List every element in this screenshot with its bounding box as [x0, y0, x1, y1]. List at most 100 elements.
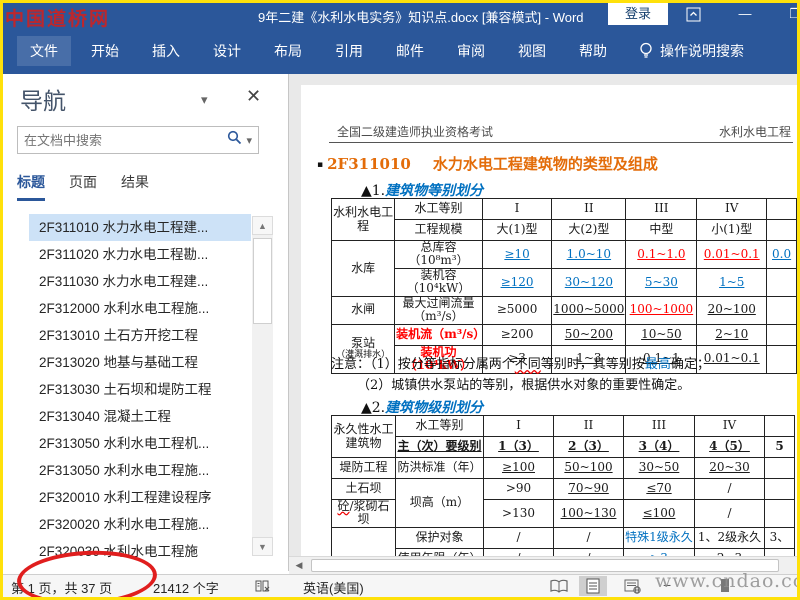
table-cell: II — [553, 415, 624, 437]
table-cell — [766, 323, 797, 346]
tell-me-search[interactable]: 操作说明搜索 — [639, 41, 744, 61]
minimize-button[interactable]: — — [731, 6, 759, 21]
ribbon-tab-布局[interactable]: 布局 — [261, 36, 315, 66]
table-cell: 20~30 — [694, 457, 765, 479]
nav-heading-item[interactable]: 2F313040 混凝土工程 — [29, 403, 251, 430]
word-count[interactable]: 21412 个字 — [153, 578, 219, 597]
note-line-2: （2）城镇供水泵站的等别，根据供水对象的重要性确定。 — [357, 377, 691, 393]
nav-heading-item[interactable]: 2F311020 水力水电工程勘... — [29, 241, 251, 268]
ribbon-tab-开始[interactable]: 开始 — [78, 36, 132, 66]
login-button[interactable]: 登录 — [608, 3, 668, 25]
table-cell: 3（4） — [623, 436, 695, 458]
nav-heading-item[interactable]: 2F312000 水利水电工程施... — [29, 295, 251, 322]
table-cell: 100~1000 — [625, 295, 698, 325]
search-dropdown-icon[interactable]: ▾ — [246, 134, 252, 147]
section-heading: ▪ 2F311010 水力水电工程建筑物的类型及组成 — [317, 153, 658, 174]
level-classification-table: 永久性水工建筑物 水工等别 I II III IV 主（次）要级别 1（3） 2（3） 3（4） 4… — [331, 415, 795, 556]
table-cell: 主（次）要级别 — [395, 436, 484, 458]
subsection-title: 建筑物级别划分 — [385, 400, 484, 416]
ribbon-tab-视图[interactable]: 视图 — [505, 36, 559, 66]
ribbon-display-options-icon[interactable] — [679, 7, 707, 25]
ribbon-tab-插入[interactable]: 插入 — [139, 36, 193, 66]
nav-heading-item[interactable]: 2F320010 水利工程建设程序 — [29, 484, 251, 511]
table-cell: 砼/浆砌石坝 — [331, 499, 396, 528]
ribbon-tab-设计[interactable]: 设计 — [200, 36, 254, 66]
nav-tabs: 标题 页面 结果 — [17, 172, 173, 201]
watermark-top-left: 中国道桥网 — [5, 8, 111, 30]
table-cell: 坝高（m） — [395, 478, 484, 528]
nav-heading-item[interactable]: 2F313030 土石坝和堤防工程 — [29, 376, 251, 403]
outline-bullet-icon: ▪ — [317, 160, 324, 170]
nav-scrollbar[interactable]: ▲ ▼ — [252, 216, 273, 556]
table-cell: 0.1~1.0 — [625, 240, 698, 269]
ribbon-tab-帮助[interactable]: 帮助 — [566, 36, 620, 66]
nav-heading-item[interactable]: 2F320030 水利水电工程施 — [29, 538, 251, 565]
table-cell: 水工等别 — [395, 415, 484, 437]
nav-heading-item[interactable]: 2F320020 水利水电工程施... — [29, 511, 251, 538]
document-page[interactable]: 全国二级建造师执业资格考试 水利水电工程 ▪ 2F311010 水力水电工程建筑物的… — [301, 85, 797, 556]
nav-scrollbar-thumb[interactable] — [253, 238, 272, 324]
print-layout-button[interactable] — [579, 576, 607, 596]
table-cell: 50~200 — [551, 323, 627, 346]
table-cell: 防洪标准（年） — [395, 457, 484, 479]
nav-tab-pages[interactable]: 页面 — [69, 172, 97, 201]
ribbon-tab-审阅[interactable]: 审阅 — [444, 36, 498, 66]
table-cell — [766, 295, 797, 325]
table-cell — [764, 547, 795, 556]
table-cell: IV — [696, 198, 768, 220]
nav-heading-item[interactable]: 2F313020 地基与基础工程 — [29, 349, 251, 376]
proofing-error-icon[interactable] — [255, 579, 272, 596]
page-header-right: 水利水电工程 — [718, 125, 791, 139]
web-layout-button[interactable] — [619, 576, 647, 596]
ribbon-tab-文件[interactable]: 文件 — [17, 36, 71, 66]
table-cell: IV — [694, 415, 765, 437]
ribbon-tab-引用[interactable]: 引用 — [322, 36, 376, 66]
table-cell: / — [694, 478, 765, 500]
table-cell: 装机流（m³/s） — [394, 323, 483, 346]
table-cell: 永久性水工建筑物 — [331, 415, 396, 458]
table-cell: 1~5 — [696, 267, 768, 297]
language-indicator[interactable]: 英语(美国) — [303, 578, 364, 597]
table-cell: 0.0 — [766, 240, 797, 269]
nav-heading-item[interactable]: 2F313050 水利水电工程机... — [29, 430, 251, 457]
nav-heading-item[interactable]: 2F313050 水利水电工程施... — [29, 457, 251, 484]
table-cell: 0.01~0.1 — [696, 240, 768, 269]
subsection-marker: ▲1. — [361, 183, 386, 199]
scroll-up-icon[interactable]: ▲ — [252, 216, 273, 235]
scroll-down-icon[interactable]: ▼ — [252, 537, 273, 556]
navigation-pane: 导航 ▾ ✕ ▾ 标题 页面 结果 2F311010 水力水电工程建...2F3… — [3, 74, 289, 571]
table-cell: 水利水电工程 — [330, 198, 396, 241]
header-rule — [329, 142, 793, 143]
table-cell: 大(2)型 — [551, 219, 627, 241]
nav-search-box: ▾ — [17, 126, 259, 154]
nav-close-icon[interactable]: ✕ — [246, 86, 261, 107]
nav-options-dropdown-icon[interactable]: ▾ — [201, 92, 208, 108]
word-window: 9年二建《水利水电实务》知识点.docx [兼容模式] - Word 登录 — … — [0, 0, 800, 600]
read-mode-button[interactable] — [545, 576, 573, 596]
search-icon[interactable] — [227, 130, 242, 150]
nav-heading-item[interactable]: 2F311030 水力水电工程建... — [29, 268, 251, 295]
table-cell — [764, 499, 795, 528]
table-cell — [764, 457, 795, 479]
page-header-left: 全国二级建造师执业资格考试 — [337, 125, 494, 139]
note-line-1: 注意：（1）按分等指标分属两个不同等别时，其等别按最高确定； — [331, 357, 710, 372]
search-input[interactable] — [18, 132, 228, 148]
page-indicator[interactable]: 第 1 页，共 37 页 — [11, 578, 112, 597]
nav-tab-results[interactable]: 结果 — [121, 172, 149, 201]
navigation-pane-title: 导航 — [20, 88, 66, 114]
maximize-button[interactable]: ❐ — [781, 6, 797, 22]
subsection-title: 建筑物等别划分 — [385, 183, 484, 199]
nav-heading-item[interactable]: 2F313010 土石方开挖工程 — [29, 322, 251, 349]
table-cell: 总库容（10⁸m³） — [394, 240, 483, 269]
table-cell: ≥200 — [481, 323, 553, 346]
table-cell: / — [553, 526, 624, 549]
table-cell: 4（5） — [694, 436, 765, 458]
nav-tab-headings[interactable]: 标题 — [17, 172, 45, 201]
table-cell: 土石坝 — [331, 478, 396, 500]
table-cell: 2~3 — [694, 547, 765, 556]
ribbon-tab-邮件[interactable]: 邮件 — [383, 36, 437, 66]
nav-heading-item[interactable]: 2F311010 水力水电工程建... — [29, 214, 251, 241]
watermark-bottom-right: www.cndao.com — [655, 570, 797, 592]
scroll-left-icon[interactable]: ◀ — [291, 559, 307, 572]
table-cell — [331, 526, 396, 556]
